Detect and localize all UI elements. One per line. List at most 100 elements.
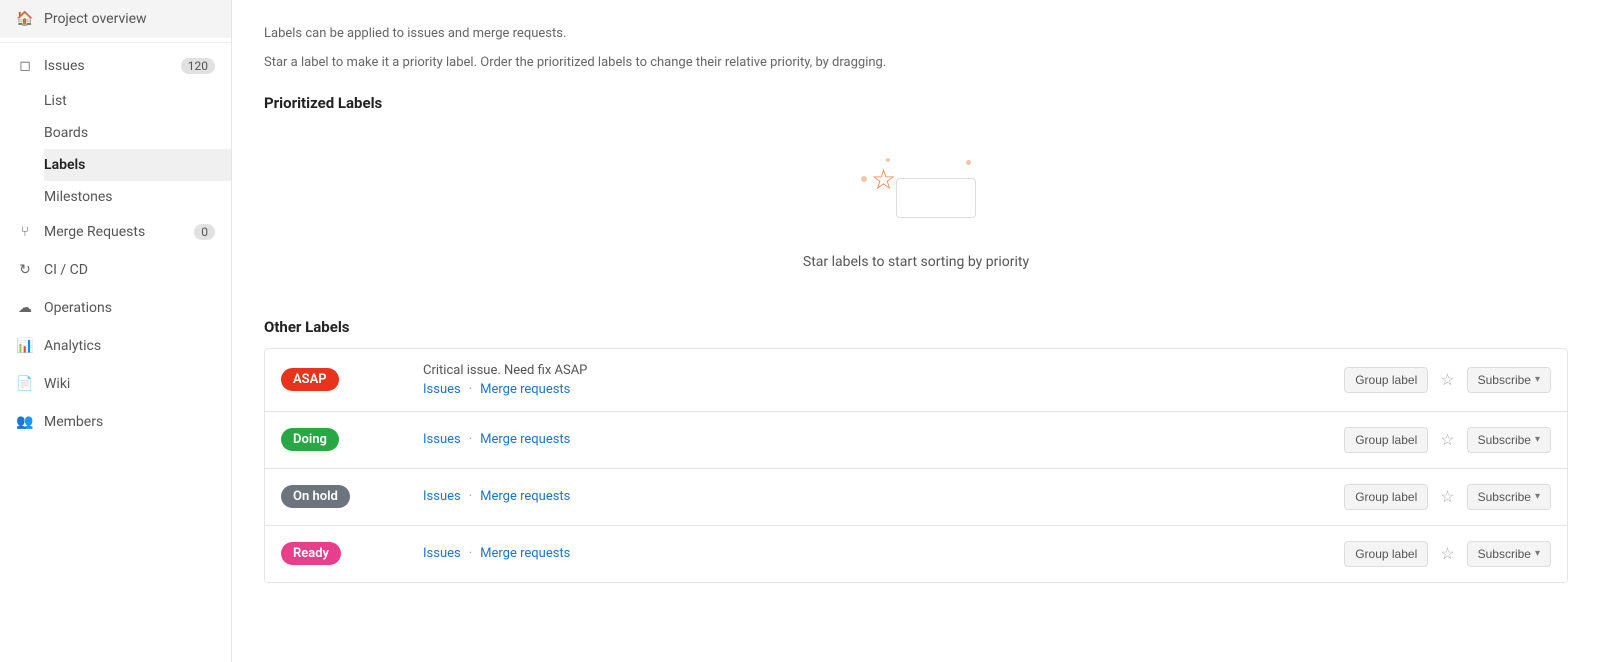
operations-icon: ☁ [16,299,34,317]
issues-link-onhold[interactable]: Issues [423,489,461,504]
chevron-down-icon-onhold: ▾ [1535,491,1540,502]
group-label-button-ready[interactable]: Group label [1344,541,1428,567]
sidebar-item-milestones[interactable]: Milestones [44,181,231,213]
sidebar-item-boards[interactable]: Boards [44,117,231,149]
merge-requests-link-asap[interactable]: Merge requests [480,382,570,397]
sidebar-item-wiki[interactable]: 📄 Wiki [0,365,231,403]
cicd-icon: ↻ [16,261,34,279]
sidebar-item-labels[interactable]: Labels [44,149,231,181]
group-label-button-asap[interactable]: Group label [1344,367,1428,393]
star-card [896,178,976,218]
merge-requests-link-onhold[interactable]: Merge requests [480,489,570,504]
sidebar-labels-label: Labels [44,157,215,173]
star-button-onhold[interactable]: ☆ [1436,483,1458,511]
label-badge-doing: Doing [281,428,339,451]
sidebar-issues-sub: List Boards Labels Milestones [0,85,231,213]
sidebar: 🏠 Project overview ◻ Issues 120 List Boa… [0,0,232,662]
sidebar-issues-label: Issues [44,58,171,74]
subscribe-label-ready: Subscribe [1478,547,1531,561]
star-button-asap[interactable]: ☆ [1436,366,1458,394]
chevron-down-icon-doing: ▾ [1535,434,1540,445]
group-label-button-doing[interactable]: Group label [1344,427,1428,453]
subscribe-button-ready[interactable]: Subscribe ▾ [1467,541,1551,567]
label-info-asap: Critical issue. Need fix ASAP Issues · M… [423,363,1332,397]
empty-state-text: Star labels to start sorting by priority [803,254,1029,270]
sidebar-cicd-label: CI / CD [44,262,215,278]
prioritized-labels-title: Prioritized Labels [264,94,1568,112]
sidebar-item-members[interactable]: 👥 Members [0,403,231,441]
info-text-line2: Star a label to make it a priority label… [264,53,1568,74]
label-badge-col-doing: Doing [281,428,411,451]
dot-asap: · [469,382,472,397]
star-button-doing[interactable]: ☆ [1436,426,1458,454]
home-icon: 🏠 [16,10,34,28]
table-row: Doing Issues · Merge requests Group labe… [265,412,1567,469]
chevron-down-icon-asap: ▾ [1535,374,1540,385]
label-badge-asap: ASAP [281,368,339,391]
table-row: ASAP Critical issue. Need fix ASAP Issue… [265,349,1567,412]
sidebar-members-label: Members [44,414,215,430]
label-links-asap: Issues · Merge requests [423,382,1332,397]
chevron-down-icon-ready: ▾ [1535,548,1540,559]
sidebar-item-analytics[interactable]: 📊 Analytics [0,327,231,365]
label-badge-col-ready: Ready [281,542,411,565]
wiki-icon: 📄 [16,375,34,393]
empty-state: ☆ Star labels to start sorting by priori… [264,128,1568,310]
info-text-line1: Labels can be applied to issues and merg… [264,24,1568,45]
subscribe-button-doing[interactable]: Subscribe ▾ [1467,427,1551,453]
subscribe-label-asap: Subscribe [1478,373,1531,387]
label-badge-onhold: On hold [281,485,350,508]
sidebar-merge-requests-label: Merge Requests [44,224,184,240]
dot-doing: · [469,432,472,447]
merge-requests-icon: ⑂ [16,223,34,241]
issues-icon: ◻ [16,57,34,75]
sidebar-item-operations[interactable]: ☁ Operations [0,289,231,327]
other-labels-title: Other Labels [264,318,1568,336]
label-badge-col-onhold: On hold [281,485,411,508]
label-actions-asap: Group label ☆ Subscribe ▾ [1344,366,1551,394]
decoration-dot3 [886,158,890,162]
label-links-onhold: Issues · Merge requests [423,489,1332,504]
sidebar-item-project-overview[interactable]: 🏠 Project overview [0,0,231,38]
sidebar-item-list[interactable]: List [44,85,231,117]
label-badge-col-asap: ASAP [281,368,411,391]
label-links-ready: Issues · Merge requests [423,546,1332,561]
star-illustration: ☆ [856,158,976,238]
dot-onhold: · [469,489,472,504]
issues-link-ready[interactable]: Issues [423,546,461,561]
merge-requests-link-ready[interactable]: Merge requests [480,546,570,561]
label-info-onhold: Issues · Merge requests [423,489,1332,504]
sidebar-item-cicd[interactable]: ↻ CI / CD [0,251,231,289]
subscribe-button-asap[interactable]: Subscribe ▾ [1467,367,1551,393]
sidebar-project-overview-label: Project overview [44,11,215,27]
label-info-ready: Issues · Merge requests [423,546,1332,561]
decoration-dot1 [861,176,867,182]
label-badge-ready: Ready [281,542,341,565]
subscribe-label-onhold: Subscribe [1478,490,1531,504]
star-button-ready[interactable]: ☆ [1436,540,1458,568]
sidebar-item-issues[interactable]: ◻ Issues 120 [0,47,231,85]
sidebar-milestones-label: Milestones [44,189,215,205]
sidebar-wiki-label: Wiki [44,376,215,392]
merge-requests-badge: 0 [194,224,215,240]
issues-badge: 120 [181,58,215,74]
merge-requests-link-doing[interactable]: Merge requests [480,432,570,447]
star-empty-icon: ☆ [871,163,896,196]
main-content: Labels can be applied to issues and merg… [232,0,1600,662]
labels-table: ASAP Critical issue. Need fix ASAP Issue… [264,348,1568,583]
members-icon: 👥 [16,413,34,431]
issues-link-doing[interactable]: Issues [423,432,461,447]
table-row: Ready Issues · Merge requests Group labe… [265,526,1567,582]
label-actions-onhold: Group label ☆ Subscribe ▾ [1344,483,1551,511]
sidebar-operations-label: Operations [44,300,215,316]
label-actions-ready: Group label ☆ Subscribe ▾ [1344,540,1551,568]
label-actions-doing: Group label ☆ Subscribe ▾ [1344,426,1551,454]
decoration-dot2 [966,160,971,165]
issues-link-asap[interactable]: Issues [423,382,461,397]
sidebar-item-merge-requests[interactable]: ⑂ Merge Requests 0 [0,213,231,251]
group-label-button-onhold[interactable]: Group label [1344,484,1428,510]
sidebar-list-label: List [44,93,215,109]
sidebar-analytics-label: Analytics [44,338,215,354]
sidebar-boards-label: Boards [44,125,215,141]
subscribe-button-onhold[interactable]: Subscribe ▾ [1467,484,1551,510]
